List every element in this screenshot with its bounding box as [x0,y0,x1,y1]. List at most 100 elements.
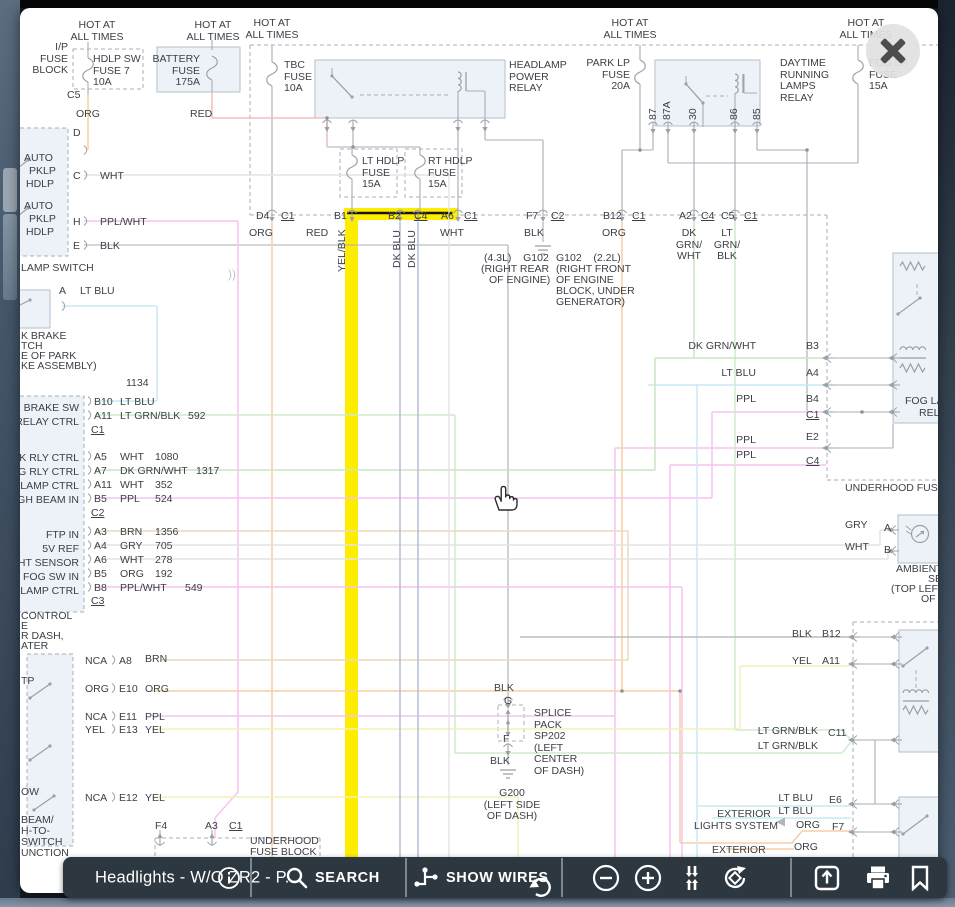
diagram-label: B5 [94,569,107,581]
toolbar-divider [790,858,792,897]
diagram-label: B4 [806,394,819,406]
rotate-button[interactable] [721,864,749,892]
diagram-label: 30 [688,108,700,120]
diagram-label: F7 [832,822,844,834]
print-icon [864,865,892,891]
diagram-label: OF ENGINE) [489,275,550,287]
diagram-label: A4 [806,368,819,380]
wiring-diagram[interactable]: HOT AT ALL TIMESI/P FUSE BLOCKHDLP SW FU… [20,8,938,893]
diagram-label: C [73,171,81,183]
bookmark-button[interactable] [909,865,931,891]
diagram-label: PKLP [29,214,56,226]
diagram-label: LAMP SWITCH [21,263,94,275]
zoom-out-button[interactable] [592,864,620,892]
diagram-label: I/P FUSE BLOCK [32,42,68,77]
diagram-label: BRN [120,527,142,539]
print-button[interactable] [864,865,892,891]
diagram-label: ADLAMP CTRL [20,481,79,493]
diagram-label: KE ASSEMBLY) [21,361,97,373]
diagram-label: A5 [94,452,107,464]
diagram-label: HOT AT ALL TIMES [245,18,298,41]
diagram-label: ORG [794,842,818,854]
diagram-label: NCA [85,712,107,724]
diagram-label: HIGH BEAM IN [20,495,79,507]
diagram-label: A11 [94,480,112,492]
diagram-label: ORG [249,228,273,240]
diagram-label: HDLP [26,227,54,239]
diagram-label: B [884,545,891,557]
diagram-label: C3 [91,596,104,608]
close-button[interactable] [866,24,920,78]
diagram-label: ORG [76,109,100,121]
diagram-label: B10 [94,397,113,409]
diagram-label: A2 [679,211,692,223]
diagram-label: IGHT SENSOR [20,558,79,570]
diagram-label: LT BLU [80,286,115,298]
diagram-label: E6 [829,795,842,807]
diagram-label: FOG LAM [905,396,938,408]
export-icon [814,864,841,891]
diagram-label: LT BLU [778,806,813,818]
diagram-label: C2 [91,508,104,520]
diagram-label: UNDERHOOD FUSE B [845,483,938,495]
diagram-label: 549 [185,583,203,595]
diagram-label: WHT [440,228,464,240]
diagram-label: A8 [119,656,132,668]
zoom-in-button[interactable] [634,864,662,892]
diagram-label: C5 [721,211,734,223]
diagram-label: C1 [281,211,294,223]
diagram-label: 1356 [155,527,178,539]
diagram-label: G200 (LEFT SIDE OF DASH) [484,788,540,823]
search-button[interactable]: SEARCH [285,857,380,898]
diagram-label: LIGHTS SYSTEM [694,821,778,833]
diagram-label: HEADLAMP POWER RELAY [509,60,567,95]
diagram-label: ORG [145,684,169,696]
diagram-label: ATER [21,641,48,653]
diagram-label: F4 [155,821,167,833]
diagram-label: BLK [100,241,120,253]
diagram-label: C1 [464,211,477,223]
undo-button[interactable] [527,878,553,898]
diagram-label: C4 [414,211,427,223]
diagram-label: E11 [119,712,137,724]
diagram-label: PPL [120,494,140,506]
diagram-label: A3 [94,527,107,539]
diagram-label: C1 [806,410,819,422]
diagram-title[interactable]: Headlights - W/O ZR2 - P... [95,868,299,887]
diagram-label: E10 [119,684,138,696]
info-button[interactable] [217,866,241,890]
diagram-label: PKLP [29,166,56,178]
diagram-label: F7 [526,211,538,223]
window-bottom-chrome [0,898,955,907]
diagram-label: BLK [490,756,510,768]
diagram-label: WHT [120,555,144,567]
diagram-label: C1 [632,211,645,223]
diagram-panel[interactable]: HOT AT ALL TIMESI/P FUSE BLOCKHDLP SW FU… [20,8,938,893]
diagram-label: YEL [792,656,812,668]
diagram-label: 87A [662,101,674,120]
diagram-label: 86 [729,108,741,120]
diagram-label: G [504,696,512,708]
diagram-label: 524 [155,494,173,506]
diagram-label: C1 [91,425,104,437]
diagram-label: DAYTIME RUNNING LAMPS RELAY [780,58,829,104]
diagram-label: C4 [701,211,714,223]
zoom-in-icon [634,864,662,892]
diagram-label: PPL/WHT [100,217,147,229]
diagram-label: RELA [919,408,938,420]
export-button[interactable] [814,864,841,891]
diagram-label: E13 [119,725,138,737]
diagram-label: )) [228,269,236,281]
diagram-label: B12 [603,211,622,223]
diagram-label: TBC FUSE 10A [284,60,312,95]
diagram-label: YEL [145,793,165,805]
scrollbar-segment[interactable] [3,168,17,212]
diagram-label: LT GRN/ BLK [714,228,740,263]
scrollbar-segment[interactable] [3,214,17,300]
diagram-label: A [59,286,66,298]
fit-screen-button[interactable] [678,864,706,892]
diagram-label: A [884,523,891,535]
diagram-label: AUTO [24,201,53,213]
diagram-label: ADLAMP CTRL [20,586,79,598]
diagram-label: LT GRN/BLK [758,726,818,738]
